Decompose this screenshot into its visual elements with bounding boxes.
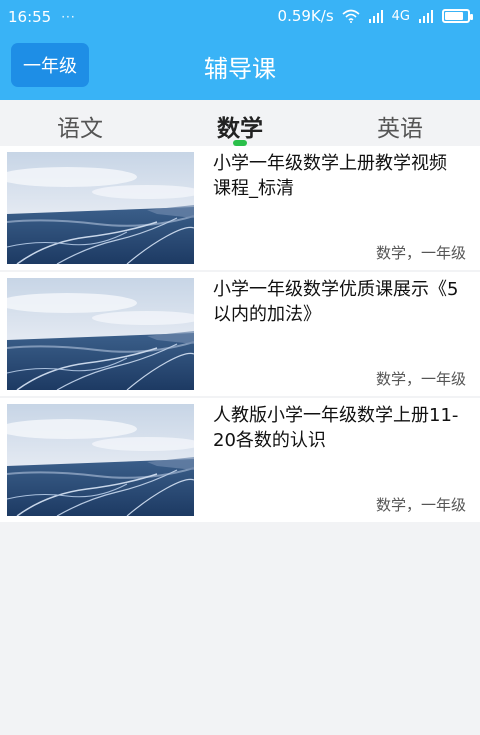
course-list: 小学一年级数学上册教学视频课程_标清 数学，一年级 小学一年级数学优质课展示《5… bbox=[0, 146, 480, 524]
course-item[interactable]: 人教版小学一年级数学上册11-20各数的认识 数学，一年级 bbox=[0, 398, 480, 522]
tab-english[interactable]: 英语 bbox=[320, 100, 480, 146]
tab-label: 语文 bbox=[57, 116, 103, 142]
course-meta: 数学，一年级 bbox=[375, 496, 466, 514]
status-more-dots: ··· bbox=[61, 10, 76, 24]
course-item[interactable]: 小学一年级数学优质课展示《5以内的加法》 数学，一年级 bbox=[0, 272, 480, 396]
tab-label: 英语 bbox=[377, 116, 423, 142]
course-title: 小学一年级数学优质课展示《5以内的加法》 bbox=[213, 279, 459, 325]
status-bar: 16:55 ··· 0.59K/s 4G bbox=[0, 0, 480, 34]
course-title: 小学一年级数学上册教学视频课程_标清 bbox=[213, 153, 447, 199]
course-thumbnail bbox=[7, 152, 194, 264]
tab-chinese[interactable]: 语文 bbox=[0, 100, 160, 146]
network-speed: 0.59K/s bbox=[277, 7, 334, 25]
course-thumbnail bbox=[7, 278, 194, 390]
subject-tabs: 语文 数学 英语 bbox=[0, 100, 480, 146]
signal-icon-2 bbox=[419, 10, 433, 23]
course-title: 人教版小学一年级数学上册11-20各数的认识 bbox=[213, 405, 459, 451]
tab-math[interactable]: 数学 bbox=[160, 100, 320, 146]
battery-icon bbox=[442, 9, 473, 23]
wifi-icon bbox=[342, 9, 360, 23]
app-header: 一年级 辅导课 bbox=[0, 34, 480, 100]
course-meta: 数学，一年级 bbox=[375, 370, 466, 388]
course-item[interactable]: 小学一年级数学上册教学视频课程_标清 数学，一年级 bbox=[0, 146, 480, 270]
page-title: 辅导课 bbox=[204, 55, 276, 83]
signal-icon-1 bbox=[368, 10, 383, 23]
course-meta: 数学，一年级 bbox=[375, 244, 466, 262]
course-thumbnail bbox=[7, 404, 194, 516]
status-time: 16:55 bbox=[8, 8, 52, 26]
tab-label: 数学 bbox=[217, 116, 263, 142]
network-type: 4G bbox=[391, 8, 410, 24]
